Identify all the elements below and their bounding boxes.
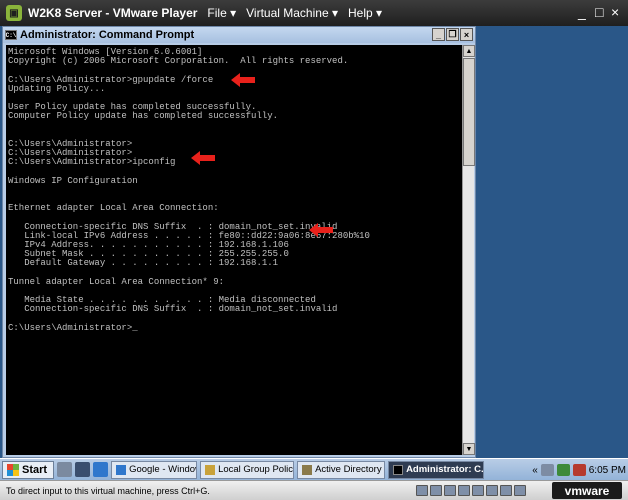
menu-help[interactable]: Help ▾ — [348, 6, 382, 20]
vmware-player-icon: ▣ — [6, 5, 22, 21]
annotation-arrow-icon — [191, 151, 215, 165]
tray-expand-chevron-icon[interactable]: « — [532, 465, 538, 476]
vertical-scrollbar[interactable]: ▲ ▼ — [462, 45, 475, 455]
task-google[interactable]: Google - Windows I... — [111, 460, 198, 479]
sound-icon[interactable] — [486, 485, 498, 496]
internet-explorer-icon — [116, 464, 127, 475]
task-label: Local Group Policy E... — [218, 464, 294, 475]
annotation-arrow-icon — [309, 223, 333, 237]
vmware-close-button[interactable]: × — [611, 4, 619, 20]
status-hint: To direct input to this virtual machine,… — [6, 485, 210, 496]
security-icon[interactable] — [572, 464, 586, 476]
command-prompt-icon — [393, 464, 404, 475]
console-output[interactable]: Microsoft Windows [Version 6.0.6001] Copy… — [6, 45, 462, 455]
console-line: Connection-specific DNS Suffix . : domai… — [8, 304, 338, 315]
printer-icon[interactable] — [500, 485, 512, 496]
command-prompt-titlebar[interactable]: C:\ Administrator: Command Prompt — [3, 27, 475, 43]
guest-desktop[interactable]: C:\ Administrator: Command Prompt _ ❐ × … — [0, 26, 628, 480]
console-line: Default Gateway . . . . . . . . . : 192.… — [8, 258, 279, 269]
scroll-up-arrow-icon[interactable]: ▲ — [463, 45, 475, 57]
console-line: Computer Policy update has completed suc… — [8, 111, 279, 122]
clock[interactable]: 6:05 PM — [589, 465, 626, 476]
network-adapter-icon[interactable] — [458, 485, 470, 496]
task-label: Active Directory Us... — [315, 464, 384, 475]
scroll-thumb[interactable] — [463, 58, 475, 166]
console-line: Ethernet adapter Local Area Connection: — [8, 203, 219, 214]
console-line: Copyright (c) 2006 Microsoft Corporation… — [8, 56, 349, 67]
close-button[interactable]: × — [460, 28, 473, 41]
windows-logo-icon — [7, 463, 19, 476]
task-active-directory[interactable]: Active Directory Us... — [297, 460, 386, 479]
display-icon[interactable] — [540, 464, 554, 476]
command-prompt-quicklaunch-icon[interactable] — [75, 462, 91, 477]
command-prompt-icon: C:\ — [5, 30, 17, 40]
windows-taskbar: Start Google - Windows I... Local Group … — [0, 458, 628, 480]
vmware-window-title: W2K8 Server - VMware Player — [28, 6, 198, 20]
start-label: Start — [22, 463, 48, 476]
vmware-titlebar: ▣ W2K8 Server - VMware Player File ▾ Vir… — [0, 0, 628, 26]
system-tray: « 6:05 PM — [532, 461, 626, 479]
scroll-down-arrow-icon[interactable]: ▼ — [463, 443, 475, 455]
vmware-minimize-button[interactable]: _ — [578, 4, 586, 20]
harddisk-icon[interactable] — [416, 485, 428, 496]
command-prompt-window[interactable]: C:\ Administrator: Command Prompt _ ❐ × … — [2, 26, 476, 458]
vmware-maximize-button[interactable]: □ — [595, 4, 603, 20]
restore-button[interactable]: ❐ — [446, 28, 459, 41]
cdrom-icon[interactable] — [430, 485, 442, 496]
vmware-logo: vmware — [552, 482, 622, 499]
task-label: Google - Windows I... — [129, 464, 196, 475]
console-line: C:\Users\Administrator>ipconfig — [8, 157, 176, 168]
device-icons — [416, 485, 526, 496]
usb-icon[interactable] — [472, 485, 484, 496]
message-icon[interactable] — [514, 485, 526, 496]
menu-virtual-machine[interactable]: Virtual Machine ▾ — [246, 6, 338, 20]
console-line: C:\Users\Administrator>_ — [8, 322, 138, 333]
task-label: Administrator: C... — [406, 464, 485, 475]
task-local-group-policy[interactable]: Local Group Policy E... — [200, 460, 295, 479]
vmware-statusbar: To direct input to this virtual machine,… — [0, 480, 628, 500]
minimize-button[interactable]: _ — [432, 28, 445, 41]
floppy-icon[interactable] — [444, 485, 456, 496]
console-line: Windows IP Configuration — [8, 175, 138, 186]
start-button[interactable]: Start — [2, 460, 55, 479]
console-line: Tunnel adapter Local Area Connection* 9: — [8, 276, 225, 287]
active-directory-icon — [302, 464, 313, 475]
menu-file[interactable]: File ▾ — [207, 6, 236, 20]
command-prompt-title: Administrator: Command Prompt — [20, 29, 195, 41]
server-manager-icon[interactable] — [57, 462, 73, 477]
policy-icon — [205, 464, 216, 475]
annotation-arrow-icon — [231, 73, 255, 87]
window-controls: _ ❐ × — [432, 28, 473, 41]
network-icon[interactable] — [556, 464, 570, 476]
internet-explorer-icon[interactable] — [93, 462, 109, 477]
task-command-prompt[interactable]: Administrator: C... — [388, 460, 485, 479]
